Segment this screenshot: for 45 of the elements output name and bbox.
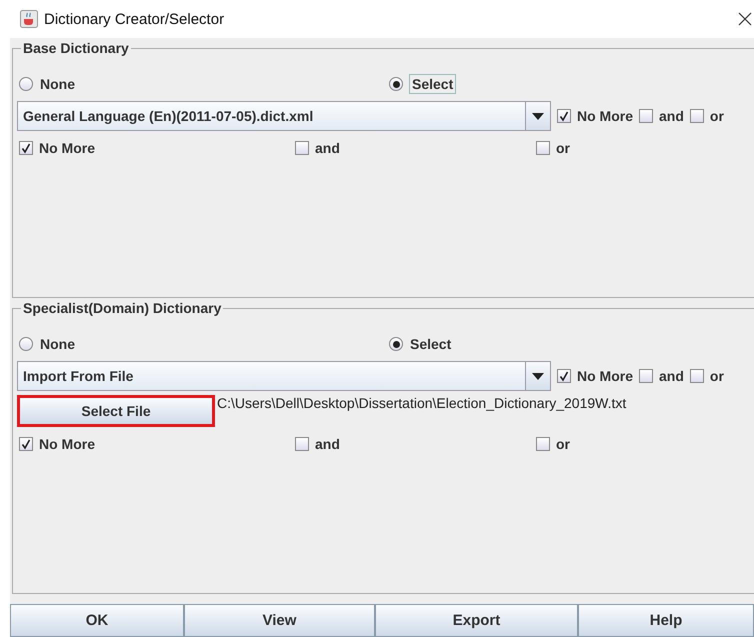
checkbox-label: No More	[577, 108, 633, 124]
checkbox-label: or	[556, 436, 570, 452]
file-path: C:\Users\Dell\Desktop\Dissertation\Election_Dictionary_2019W.txt	[217, 395, 626, 411]
coffee-cup-icon	[20, 10, 38, 28]
checkbox[interactable]	[19, 437, 33, 451]
close-icon[interactable]	[738, 12, 752, 26]
checkbox[interactable]	[295, 437, 309, 451]
radio-button[interactable]	[19, 77, 33, 91]
checkbox-label: No More	[577, 368, 633, 384]
checkbox-label: and	[315, 436, 340, 452]
checkbox-label: or	[710, 108, 724, 124]
radio-button[interactable]	[389, 77, 403, 91]
checkbox[interactable]	[639, 369, 653, 383]
dialog-button[interactable]: OK	[10, 604, 184, 637]
caret-icon	[532, 372, 544, 380]
checkbox[interactable]	[690, 109, 704, 123]
checkbox[interactable]	[690, 369, 704, 383]
checkbox-label: and	[315, 140, 340, 156]
dialog-button[interactable]: View	[184, 604, 375, 637]
radio-label: None	[40, 76, 75, 92]
select-file-button[interactable]: Select File	[17, 395, 215, 427]
panel-title: Base Dictionary	[21, 40, 131, 56]
radio-button[interactable]	[389, 337, 403, 351]
checkbox-label: or	[710, 368, 724, 384]
checkbox[interactable]	[536, 437, 550, 451]
panel-title: Specialist(Domain) Dictionary	[21, 300, 224, 316]
caret-icon	[532, 112, 544, 120]
checkbox-label: No More	[39, 436, 95, 452]
checkbox-label: or	[556, 140, 570, 156]
radio-button[interactable]	[19, 337, 33, 351]
window-title: Dictionary Creator/Selector	[44, 10, 226, 28]
radio-label: Select	[410, 75, 456, 93]
dialog-button[interactable]: Export	[375, 604, 578, 637]
checkbox[interactable]	[557, 369, 571, 383]
checkbox[interactable]	[19, 141, 33, 155]
checkbox[interactable]	[557, 109, 571, 123]
dialog-button[interactable]: Help	[578, 604, 754, 637]
checkbox-label: and	[659, 368, 684, 384]
checkbox[interactable]	[536, 141, 550, 155]
checkbox-label: No More	[39, 140, 95, 156]
checkbox[interactable]	[295, 141, 309, 155]
checkbox-label: and	[659, 108, 684, 124]
radio-label: Select	[410, 336, 452, 352]
radio-label: None	[40, 336, 75, 352]
checkbox[interactable]	[639, 109, 653, 123]
